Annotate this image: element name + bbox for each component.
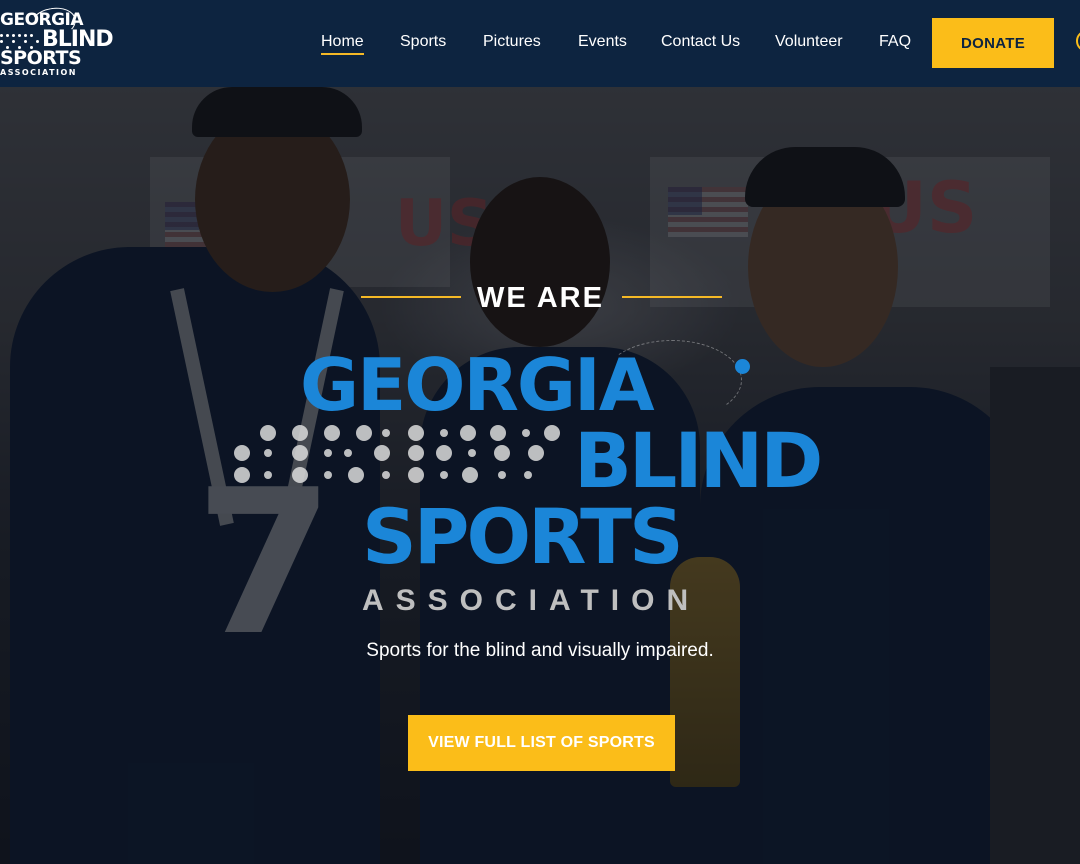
nav-item-faq[interactable]: FAQ xyxy=(879,33,911,51)
brand-sports: SPORTS xyxy=(362,492,684,581)
heading-divider-right xyxy=(622,296,722,298)
hero-section: US US 7 WE ARE GEORGIA xyxy=(0,87,1080,864)
brand-blind: BLIND xyxy=(574,416,823,505)
view-sports-button[interactable]: VIEW FULL LIST OF SPORTS xyxy=(408,715,675,771)
brand-georgia: GEORGIA xyxy=(300,343,655,427)
site-header: GEORGIA BLIND SPORTS ASSOCIATION Home Sp… xyxy=(0,0,1080,87)
logo-dot-decoration xyxy=(735,359,750,374)
brand-association: ASSOCIATION xyxy=(362,584,701,617)
nav-item-events[interactable]: Events xyxy=(578,33,627,51)
nav-item-home[interactable]: Home xyxy=(321,33,364,55)
nav-item-pictures[interactable]: Pictures xyxy=(483,33,541,51)
braille-dots-icon xyxy=(232,425,572,485)
nav-item-sports[interactable]: Sports xyxy=(400,33,446,51)
we-are-heading-row: WE ARE xyxy=(0,282,1080,314)
nav-item-volunteer[interactable]: Volunteer xyxy=(775,33,843,51)
we-are-heading: WE ARE xyxy=(477,282,604,314)
heading-divider-left xyxy=(361,296,461,298)
donate-button[interactable]: DONATE xyxy=(932,18,1054,68)
nav-item-contact-us[interactable]: Contact Us xyxy=(661,33,740,51)
hero-tagline: Sports for the blind and visually impair… xyxy=(366,640,714,661)
search-icon[interactable] xyxy=(1076,30,1080,52)
main-nav: Home Sports Pictures Events Contact Us V… xyxy=(0,0,1080,87)
